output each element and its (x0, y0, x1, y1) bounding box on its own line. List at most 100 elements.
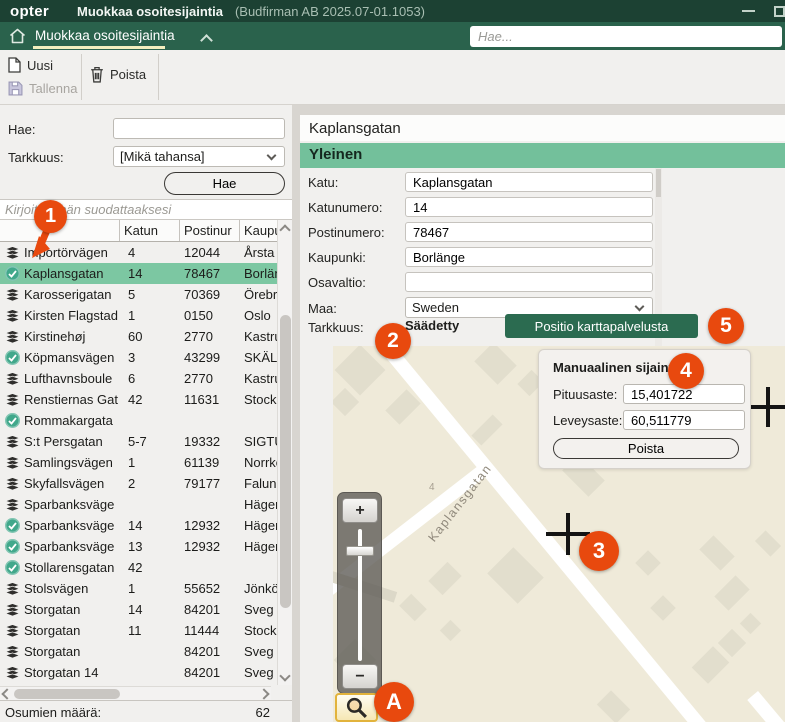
save-button-label: Tallenna (29, 81, 77, 96)
map-corner-road (747, 691, 785, 722)
table-row[interactable]: Sparbanksväge 13 12932 Hägerste (0, 536, 277, 557)
form-scroll-thumb[interactable] (656, 169, 661, 197)
minimize-button[interactable] (735, 0, 761, 22)
column-header-postal[interactable]: Postinur (180, 220, 240, 241)
table-row[interactable]: Stolsvägen 1 55652 Jönköpin (0, 578, 277, 599)
address-stack-icon (5, 393, 20, 407)
table-row[interactable]: Skyfallsvägen 2 79177 Falun (0, 473, 277, 494)
cell-street: Kirstinehøj (24, 326, 124, 347)
city-field[interactable] (405, 247, 653, 267)
magnifier-tool-button[interactable] (335, 693, 378, 722)
latitude-field[interactable] (623, 410, 745, 430)
cell-street: Rommakargata (24, 410, 124, 431)
address-stack-icon (5, 288, 20, 302)
table-row[interactable]: Stollarensgatan 42 (0, 557, 277, 578)
table-row[interactable]: Karosserigatan 5 70369 Örebro (0, 284, 277, 305)
delete-button[interactable]: Poista (90, 66, 146, 83)
zoom-slider-handle[interactable] (346, 546, 374, 556)
cell-number: 5 (124, 284, 182, 305)
table-row[interactable]: Renstiernas Gat 42 11631 Stockhol (0, 389, 277, 410)
position-from-map-service-button[interactable]: Positio karttapalvelusta (505, 314, 698, 338)
cell-postal: 61139 (182, 452, 242, 473)
table-row[interactable]: S:t Persgatan 5-7 19332 SIGTUNA (0, 431, 277, 452)
chevron-up-icon[interactable] (200, 34, 213, 47)
active-tab-underline (33, 46, 165, 49)
crosshair-marker (546, 532, 590, 536)
cell-number: 42 (124, 389, 182, 410)
column-header-city[interactable]: Kaupunki (240, 220, 277, 241)
table-row[interactable]: Rommakargata (0, 410, 277, 431)
horizontal-scroll-thumb[interactable] (14, 689, 120, 699)
cell-postal: 0150 (182, 305, 242, 326)
search-input[interactable] (113, 118, 285, 139)
home-button[interactable] (8, 27, 28, 45)
state-field[interactable] (405, 272, 653, 292)
table-row[interactable]: Storgatan 14 84201 Sveg (0, 662, 277, 683)
table-horizontal-scrollbar[interactable] (0, 686, 271, 700)
vertical-scroll-thumb[interactable] (280, 315, 291, 608)
status-bar: Osumien määrä: 62 (0, 700, 292, 722)
table-row[interactable]: Sparbanksväge 14 12932 Hägerste (0, 515, 277, 536)
cell-street: Sparbanksväge (24, 494, 124, 515)
scroll-down-arrow[interactable] (279, 670, 290, 681)
city-label: Kaupunki: (308, 250, 366, 265)
scroll-up-arrow[interactable] (279, 224, 290, 235)
map-canvas[interactable]: Kaplansgatan 4 + − Manuaa (333, 346, 785, 722)
table-row[interactable]: Storgatan 14 84201 Sveg (0, 599, 277, 620)
table-vertical-scrollbar[interactable] (277, 220, 292, 685)
annotation-badge-2: 2 (375, 323, 411, 359)
cell-street: Stollarensgatan (24, 557, 124, 578)
address-table: Importörvägen 4 12044 Årsta Kaplansgatan… (0, 242, 277, 683)
cell-city: Borlänge (242, 263, 277, 284)
zoom-in-button[interactable]: + (342, 498, 378, 523)
accuracy-select-value: [Mikä tahansa] (120, 149, 205, 164)
search-execute-button[interactable]: Hae (164, 172, 285, 195)
table-row[interactable]: Storgatan 11 11444 Stockhol (0, 620, 277, 641)
scroll-right-arrow[interactable] (258, 688, 269, 699)
save-button[interactable]: Tallenna (8, 81, 77, 96)
table-row[interactable]: Kirsten Flagstad 1 0150 Oslo (0, 305, 277, 326)
table-row[interactable]: Samlingsvägen 1 61139 Norrköpi (0, 452, 277, 473)
verified-check-icon (5, 560, 20, 575)
cell-number: 4 (124, 242, 182, 263)
map-building (385, 389, 420, 424)
street-field[interactable] (405, 172, 653, 192)
panel-divider[interactable] (292, 105, 300, 722)
remove-position-button[interactable]: Poista (553, 438, 739, 459)
cell-number: 5-7 (124, 431, 182, 452)
detail-top-strip (300, 105, 785, 115)
accuracy-select[interactable]: [Mikä tahansa] (113, 146, 285, 167)
cell-city: Hägerste (242, 494, 277, 515)
maximize-button[interactable] (766, 0, 785, 22)
magnifier-icon (344, 696, 369, 719)
address-stack-icon (5, 246, 20, 260)
street-number-field[interactable] (405, 197, 653, 217)
table-row[interactable]: Storgatan 84201 Sveg (0, 641, 277, 662)
table-row[interactable]: Köpmansvägen 3 43299 SKÄLLIN (0, 347, 277, 368)
address-stack-icon (5, 645, 20, 659)
titlebar: opter Muokkaa osoitesijaintia (Budfirman… (0, 0, 785, 22)
chevron-down-icon (635, 302, 645, 312)
new-document-icon (8, 57, 21, 73)
map-building (699, 535, 734, 570)
cell-street: Storgatan (24, 620, 124, 641)
cell-street: Sparbanksväge (24, 515, 124, 536)
cell-number (124, 494, 182, 515)
cell-number: 2 (124, 473, 182, 494)
column-header-number[interactable]: Katun (120, 220, 180, 241)
cell-number: 11 (124, 620, 182, 641)
latitude-label: Leveysaste: (553, 413, 622, 428)
toolbar-separator (81, 54, 82, 100)
tab-muokkaa-osoitesijaintia[interactable]: Muokkaa osoitesijaintia (35, 28, 175, 43)
table-row[interactable]: Sparbanksväge Hägerste (0, 494, 277, 515)
table-row[interactable]: Kirstinehøj 60 2770 Kastrup (0, 326, 277, 347)
new-button[interactable]: Uusi (8, 57, 53, 73)
map-building (474, 346, 516, 385)
scroll-left-arrow[interactable] (1, 688, 12, 699)
table-row[interactable]: Kaplansgatan 14 78467 Borlänge (0, 263, 277, 284)
postal-code-field[interactable] (405, 222, 653, 242)
zoom-out-button[interactable]: − (342, 664, 378, 689)
global-search-input[interactable] (470, 26, 782, 47)
table-row[interactable]: Lufthavnsboule 6 2770 Kastrup (0, 368, 277, 389)
cell-street: S:t Persgatan (24, 431, 124, 452)
